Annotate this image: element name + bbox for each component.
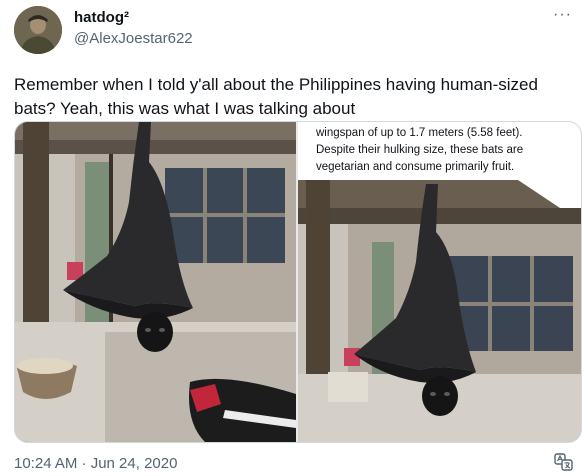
media-grid[interactable]: wingspan of up to 1.7 meters (5.58 feet)…	[14, 121, 582, 443]
tweet-timestamp[interactable]: 10:24 AM · Jun 24, 2020	[14, 455, 177, 472]
avatar-image	[14, 6, 62, 54]
translate-icon[interactable]	[554, 453, 574, 471]
more-dots-icon[interactable]: ···	[553, 6, 572, 24]
user-handle[interactable]: @AlexJoestar622	[74, 30, 193, 47]
image-caption: wingspan of up to 1.7 meters (5.58 feet)…	[298, 122, 581, 180]
caption-line-2: Despite their hulking size, these bats a…	[316, 144, 524, 156]
tweet-text: Remember when I told y'all about the Phi…	[14, 75, 538, 118]
caption-line-3: vegetarian and consume primarily fruit.	[316, 161, 515, 173]
photo-left[interactable]	[15, 122, 296, 442]
photo-right[interactable]: wingspan of up to 1.7 meters (5.58 feet)…	[298, 122, 581, 442]
display-name[interactable]: hatdog²	[74, 9, 129, 26]
tweet-card[interactable]: hatdog² @AlexJoestar622 ··· Remember whe…	[0, 0, 588, 474]
bat-photo-left	[15, 122, 296, 442]
caption-line-1: wingspan of up to 1.7 meters (5.58 feet)…	[316, 127, 523, 139]
avatar[interactable]	[14, 6, 62, 54]
